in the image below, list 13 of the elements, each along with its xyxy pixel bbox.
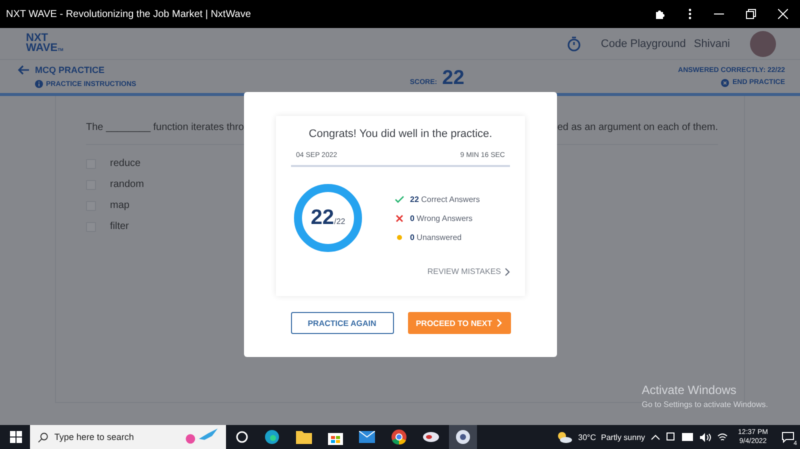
stat-text: 0 Wrong Answers	[410, 214, 473, 222]
window-title: NXT WAVE - Revolutionizing the Job Market | NxtWave	[6, 8, 251, 20]
activation-title: Activate Windows	[642, 383, 738, 397]
weather-text: Partly sunny	[601, 432, 646, 442]
user-name: Shivani	[694, 38, 730, 50]
stat-text: 22 Correct Answers	[410, 194, 480, 204]
question-text: ed as an argument on each of them.	[557, 122, 718, 133]
result-title: Congrats! You did well in the practice.	[308, 128, 494, 140]
question-text: The ________ function iterates thro	[86, 122, 244, 133]
temperature: 30°C	[578, 432, 596, 442]
activation-hint: Go to Settings to activate Windows.	[642, 400, 768, 409]
stat-text: 0 Unanswered	[410, 232, 462, 242]
score-value: 22	[442, 67, 464, 90]
